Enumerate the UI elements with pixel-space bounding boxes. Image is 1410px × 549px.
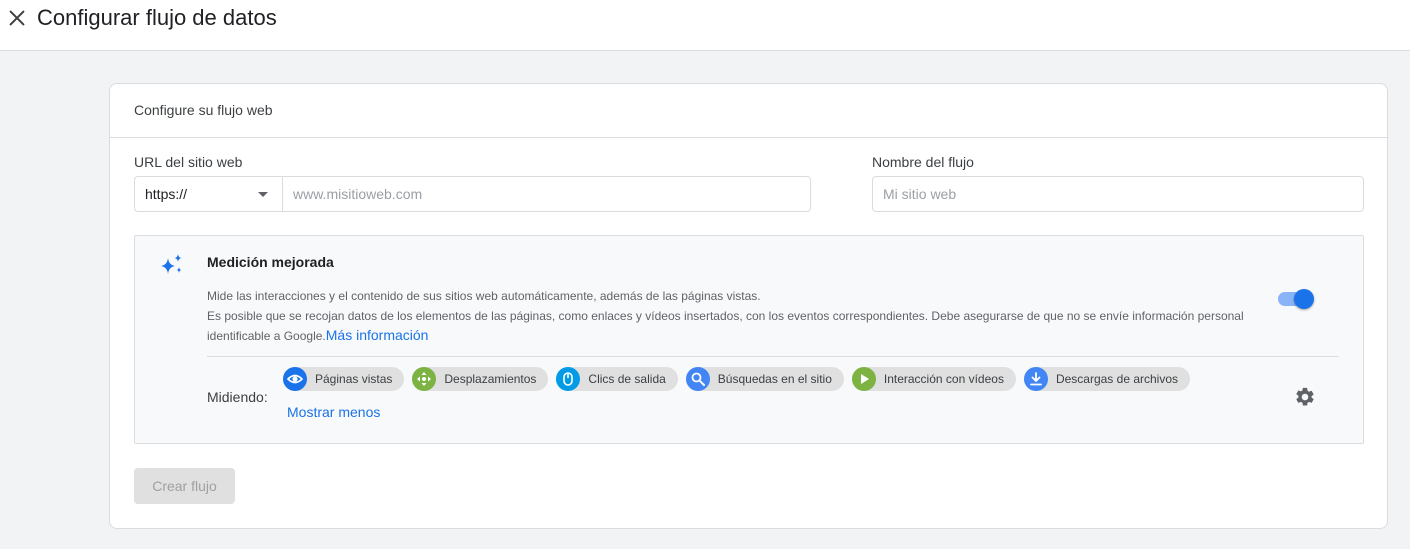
eye-icon: [283, 367, 307, 391]
more-info-link[interactable]: Más información: [326, 327, 429, 343]
chevron-down-icon: [258, 192, 268, 197]
card-title: Configure su flujo web: [134, 102, 273, 118]
divider: [207, 356, 1339, 357]
enhanced-description: Mide las interacciones y el contenido de…: [207, 289, 761, 303]
chip-label: Desplazamientos: [444, 372, 537, 386]
sparkle-icon: [161, 254, 182, 274]
toggle-thumb: [1294, 289, 1314, 309]
stream-name-input[interactable]: [872, 176, 1364, 212]
chip-label: Páginas vistas: [315, 372, 393, 386]
mouse-icon: [556, 367, 581, 391]
measuring-chips: Páginas vistas Desplazamientos Clics de …: [283, 367, 1191, 391]
enhanced-toggle[interactable]: [1278, 288, 1314, 310]
create-stream-button[interactable]: Crear flujo: [134, 468, 235, 504]
top-bar: Configurar flujo de datos: [0, 0, 1410, 51]
enhanced-title: Medición mejorada: [207, 254, 334, 270]
chip-scrolls: Desplazamientos: [412, 367, 549, 391]
web-stream-card: Configure su flujo web URL del sitio web…: [109, 83, 1388, 529]
url-label: URL del sitio web: [134, 154, 243, 170]
chip-video-engagement: Interacción con vídeos: [851, 367, 1016, 391]
scroll-arrows-icon: [412, 367, 437, 391]
close-icon[interactable]: [6, 7, 28, 29]
play-icon: [851, 367, 876, 391]
card-header: Configure su flujo web: [110, 84, 1387, 138]
url-input[interactable]: [282, 176, 811, 212]
chip-page-views: Páginas vistas: [283, 367, 405, 391]
chip-site-search: Búsquedas en el sitio: [685, 367, 844, 391]
measuring-label: Midiendo:: [207, 389, 268, 405]
download-icon: [1023, 367, 1048, 391]
enhanced-measurement-panel: Medición mejorada Mide las interacciones…: [134, 235, 1364, 444]
chip-label: Interacción con vídeos: [883, 372, 1004, 386]
protocol-select[interactable]: https://: [134, 176, 282, 212]
chip-label: Clics de salida: [588, 372, 666, 386]
chip-outbound-clicks: Clics de salida: [556, 367, 678, 391]
protocol-value: https://: [145, 186, 188, 202]
page-title: Configurar flujo de datos: [37, 5, 277, 30]
search-icon: [685, 367, 710, 391]
chip-file-downloads: Descargas de archivos: [1023, 367, 1191, 391]
stream-name-label: Nombre del flujo: [872, 154, 974, 170]
chip-label: Búsquedas en el sitio: [717, 372, 832, 386]
gear-icon[interactable]: [1294, 386, 1316, 408]
show-less-link[interactable]: Mostrar menos: [287, 404, 380, 420]
enhanced-note: Es posible que se recojan datos de los e…: [207, 307, 1287, 346]
chip-label: Descargas de archivos: [1055, 372, 1179, 386]
